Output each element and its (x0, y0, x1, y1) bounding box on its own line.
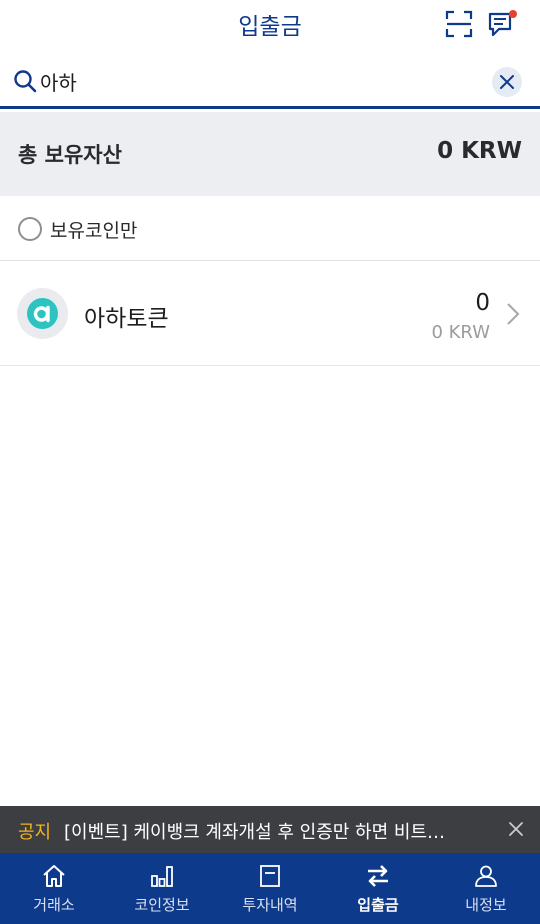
nav-item-transfers[interactable]: 입출금 (324, 853, 432, 924)
nav-item-coin-info[interactable]: 코인정보 (108, 853, 216, 924)
coin-name: 아하토큰 (84, 306, 169, 332)
home-icon (43, 865, 65, 887)
transfer-icon (368, 865, 388, 887)
nav-item-investments[interactable]: 투자내역 (216, 853, 324, 924)
search-input[interactable] (40, 63, 480, 99)
clear-search-button[interactable] (492, 67, 522, 97)
notice-bar[interactable]: 공지 [이벤트] 케이뱅크 계좌개설 후 인증만 하면 비트… (0, 806, 540, 853)
holdings-filter[interactable]: 보유코인만 (0, 196, 540, 261)
search-bar (0, 57, 540, 109)
nav-label: 내정보 (465, 896, 507, 914)
aha-token-icon (27, 298, 58, 329)
notification-dot (509, 10, 517, 18)
nav-label: 입출금 (357, 896, 399, 914)
search-icon (14, 70, 37, 93)
bottom-nav: 거래소 코인정보 투자내역 입출금 내정보 (0, 853, 540, 924)
bar-chart-icon (151, 866, 173, 887)
coin-krw-value: 0 KRW (431, 322, 490, 343)
holdings-only-label: 보유코인만 (50, 220, 138, 242)
total-assets-label: 총 보유자산 (18, 143, 122, 167)
chevron-right-icon (507, 303, 520, 325)
coin-list-item[interactable]: 아하토큰 0 0 KRW (0, 261, 540, 366)
document-icon (260, 865, 280, 887)
aha-token-logo (17, 288, 68, 339)
nav-label: 거래소 (33, 896, 75, 914)
top-header: 입출금 (0, 0, 540, 48)
nav-label: 코인정보 (134, 896, 190, 914)
nav-item-exchange[interactable]: 거래소 (0, 853, 108, 924)
scan-icon[interactable] (444, 9, 474, 39)
total-assets-bar: 총 보유자산 0 KRW (0, 112, 540, 196)
user-icon (475, 865, 497, 887)
holdings-only-radio[interactable] (18, 217, 42, 241)
close-icon[interactable] (507, 820, 525, 838)
notice-tag: 공지 (18, 822, 52, 843)
coin-amount: 0 (475, 290, 490, 316)
total-assets-value: 0 KRW (437, 138, 522, 164)
notice-text[interactable]: [이벤트] 케이뱅크 계좌개설 후 인증만 하면 비트… (64, 818, 464, 844)
nav-item-my-info[interactable]: 내정보 (432, 853, 540, 924)
nav-label: 투자내역 (242, 896, 298, 914)
close-icon (500, 75, 514, 89)
